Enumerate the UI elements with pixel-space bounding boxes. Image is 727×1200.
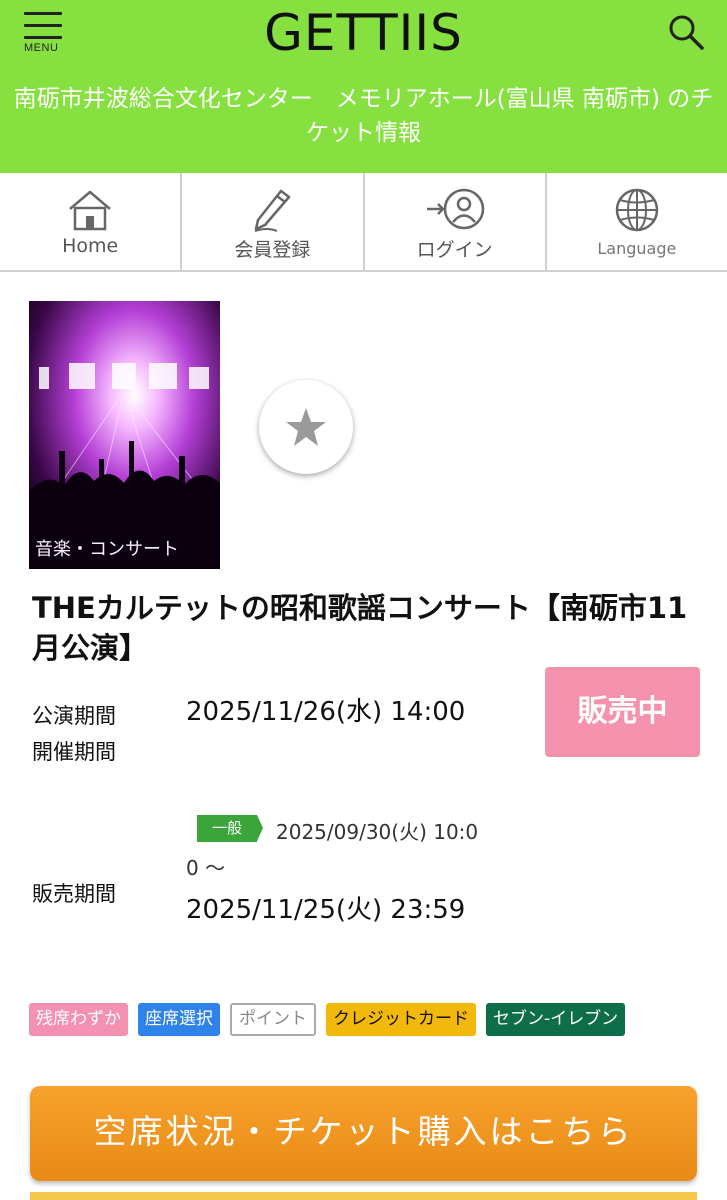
pen-icon	[255, 189, 291, 232]
event-category: 音楽・コンサート	[35, 539, 179, 560]
tag-points: ポイント	[230, 1003, 316, 1036]
nav-language-label: Language	[597, 239, 677, 258]
event-period-label: 開催期間	[32, 740, 116, 764]
sale-end: 2025/11/25(火) 23:59	[186, 895, 466, 925]
nav-home[interactable]: Home	[0, 173, 183, 270]
sale-period-label: 販売期間	[32, 882, 116, 906]
search-icon	[669, 15, 704, 50]
performance-period-label: 公演期間	[32, 704, 116, 728]
tag-seven-eleven: セブン-イレブン	[486, 1003, 626, 1036]
nav-register-label: 会員登録	[234, 239, 311, 261]
performance-date: 2025/11/26(水) 14:00	[186, 697, 466, 727]
nav-language[interactable]: Language	[547, 173, 727, 270]
site-header: MENU GETTIIS 南砺市井波総合文化センター メモリアホール(富山県 南…	[0, 0, 727, 173]
sale-type-badge: 一般	[197, 815, 263, 842]
event-title: THEカルテットの昭和歌謡コンサート【南砺市11月公演】	[32, 591, 688, 665]
nav-login-label: ログイン	[416, 239, 493, 261]
tag-seat-select: 座席選択	[138, 1003, 220, 1036]
nav-home-label: Home	[62, 235, 119, 257]
status-badge: 販売中	[545, 667, 700, 757]
star-icon	[286, 408, 326, 446]
next-button-edge[interactable]	[30, 1192, 697, 1200]
login-icon	[426, 188, 484, 230]
feature-tags: 残席わずか 座席選択 ポイント クレジットカード セブン-イレブン	[29, 1003, 626, 1036]
main-nav: Home 会員登録 ログイン Language	[0, 173, 727, 272]
home-icon	[69, 190, 111, 231]
buy-ticket-button[interactable]: 空席状況・チケット購入はこちら	[30, 1086, 697, 1181]
concert-image	[29, 301, 220, 569]
globe-icon	[615, 188, 659, 232]
event-image[interactable]: 音楽・コンサート	[29, 301, 220, 569]
nav-register[interactable]: 会員登録	[182, 173, 365, 270]
page-title: 南砺市井波総合文化センター メモリアホール(富山県 南砺市) のチケット情報	[13, 86, 714, 146]
favorite-button[interactable]	[259, 380, 353, 474]
tag-credit-card: クレジットカード	[326, 1003, 476, 1036]
site-logo[interactable]: GETTIIS	[0, 4, 727, 62]
tag-few-left: 残席わずか	[29, 1003, 128, 1036]
search-button[interactable]	[666, 12, 706, 52]
nav-login[interactable]: ログイン	[365, 173, 547, 270]
